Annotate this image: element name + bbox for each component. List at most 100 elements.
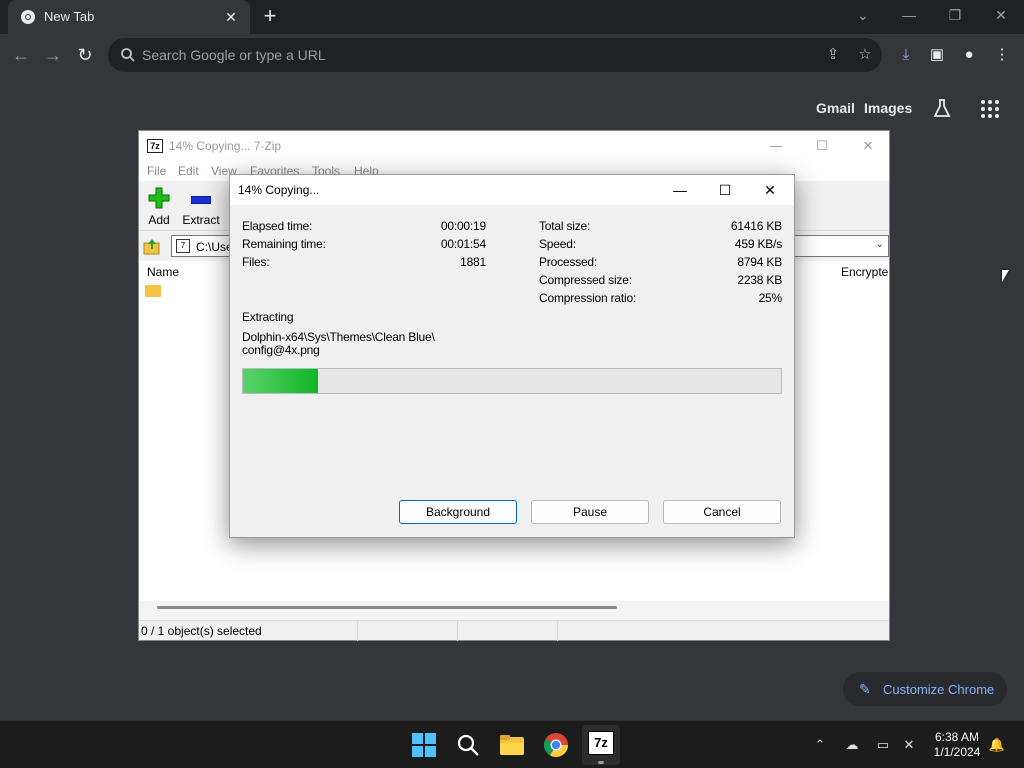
chevron-down-icon[interactable]: ⌄ [876,239,884,250]
clock[interactable]: 6:38 AM 1/1/2024 [928,730,986,760]
tab-title: New Tab [44,9,95,24]
remaining-time-value: 00:01:54 [440,237,486,251]
chrome-icon[interactable] [542,731,570,759]
extract-button[interactable]: Extract [177,185,225,229]
chrome-favicon-icon [21,10,35,24]
tab-new-tab[interactable]: New Tab ✕ [8,0,250,34]
7zip-app-icon: 7z [147,139,163,153]
gmail-link[interactable]: Gmail [816,100,855,116]
minimize-button[interactable]: — [886,0,932,30]
back-icon[interactable]: ← [8,42,34,68]
customize-chrome-label: Customize Chrome [883,682,995,697]
status-text: 0 / 1 object(s) selected [141,624,262,638]
file-explorer-icon[interactable] [498,731,526,759]
omnibox-input[interactable] [142,45,742,65]
copy-progress-dialog: 14% Copying... — ☐ ✕ Elapsed time: 00:00… [229,174,795,538]
plus-icon [148,187,170,209]
archive-icon: 7 [176,239,190,253]
dialog-close-button[interactable]: ✕ [754,178,786,202]
chrome-tabstrip: New Tab ✕ + ⌄ — ❐ ✕ [0,0,1024,34]
status-divider [557,621,558,641]
column-encrypted[interactable]: Encrypte [841,265,888,279]
close-tab-icon[interactable]: ✕ [222,8,240,26]
7zip-titlebar: 7z 14% Copying... 7-Zip — ☐ ✕ [139,131,889,161]
mouse-cursor [1002,270,1009,282]
total-size-label: Total size: [539,219,591,233]
total-size-value: 61416 KB [730,219,782,233]
search-icon[interactable] [454,731,482,759]
bookmark-star-icon[interactable]: ☆ [856,46,874,64]
windows-start-icon[interactable] [410,731,438,759]
menu-dots-icon[interactable]: ⋮ [992,45,1012,65]
close-window-button[interactable]: ✕ [978,0,1024,30]
dialog-titlebar: 14% Copying... — ☐ ✕ [230,175,794,205]
dialog-title: 14% Copying... [238,183,320,197]
path-text: C:\Use [196,240,233,254]
7zip-maximize-button[interactable]: ☐ [807,135,837,157]
column-name[interactable]: Name [147,265,179,279]
7zip-icon: 7z [588,731,614,755]
cancel-button[interactable]: Cancel [663,500,781,524]
minus-icon [191,196,211,204]
compression-ratio-label: Compression ratio: [539,291,637,305]
7zip-taskbar-item[interactable]: 7z [582,725,620,765]
customize-chrome-button[interactable]: ✎ Customize Chrome [843,672,1007,706]
progress-fill [243,369,319,393]
compressed-size-label: Compressed size: [539,273,632,287]
files-label: Files: [242,255,270,269]
onedrive-icon[interactable]: ☁ [843,736,861,754]
clock-time: 6:38 AM [934,730,980,744]
restore-button[interactable]: ❐ [932,0,978,30]
status-divider [357,621,358,641]
clock-date: 1/1/2024 [933,745,981,759]
profile-icon[interactable]: ● [959,45,979,65]
7zip-window-title: 14% Copying... 7-Zip [169,139,282,153]
horizontal-scrollbar[interactable] [157,606,617,609]
processed-label: Processed: [539,255,598,269]
folder-icon[interactable] [145,285,161,297]
dialog-minimize-button[interactable]: — [664,178,696,202]
omnibox[interactable]: ⇪ ☆ [108,38,882,72]
network-icon[interactable]: ▭ [874,736,892,754]
running-indicator [598,761,604,764]
forward-icon[interactable]: → [40,42,66,68]
elapsed-time-label: Elapsed time: [242,219,313,233]
current-file-path: Dolphin-x64\Sys\Themes\Clean Blue\ [242,330,435,344]
progress-bar [242,368,782,394]
7zip-minimize-button[interactable]: — [761,135,791,157]
volume-muted-icon[interactable]: ✕ [900,736,918,754]
notification-bell-icon[interactable]: 🔔 [988,736,1006,754]
7zip-close-button[interactable]: ✕ [853,135,883,157]
pause-button[interactable]: Pause [531,500,649,524]
extract-label: Extract [182,213,220,227]
menu-edit[interactable]: Edit [178,164,199,178]
images-link[interactable]: Images [864,100,912,116]
apps-grid-icon[interactable] [980,99,1000,119]
tab-search-icon[interactable]: ⌄ [840,0,886,30]
compressed-size-value: 2238 KB [737,273,782,287]
new-tab-button[interactable]: + [258,5,282,29]
folder-up-icon[interactable] [143,237,161,255]
reload-icon[interactable]: ↻ [72,42,98,68]
add-label: Add [148,213,170,227]
taskbar: 7z ⌃ ☁ ▭ ✕ 6:38 AM 1/1/2024 🔔 [0,720,1024,768]
status-divider [457,621,458,641]
status-bar: 0 / 1 object(s) selected [139,620,889,641]
download-icon[interactable]: ⤓ [896,45,916,65]
remaining-time-label: Remaining time: [242,237,326,251]
elapsed-time-value: 00:00:19 [440,219,486,233]
compression-ratio-value: 25% [758,291,783,305]
menu-file[interactable]: File [147,164,166,178]
chevron-up-icon[interactable]: ⌃ [811,736,829,754]
background-button[interactable]: Background [399,500,517,524]
dialog-maximize-button[interactable]: ☐ [709,178,741,202]
processed-value: 8794 KB [737,255,782,269]
add-button[interactable]: Add [135,185,183,229]
share-icon[interactable]: ⇪ [824,46,842,64]
search-icon [121,48,135,62]
speed-value: 459 KB/s [734,237,782,251]
side-panel-icon[interactable]: ▣ [927,45,947,65]
current-file-name: config@4x.png [242,343,320,357]
files-value: 1881 [460,255,486,269]
labs-flask-icon[interactable] [931,97,953,119]
